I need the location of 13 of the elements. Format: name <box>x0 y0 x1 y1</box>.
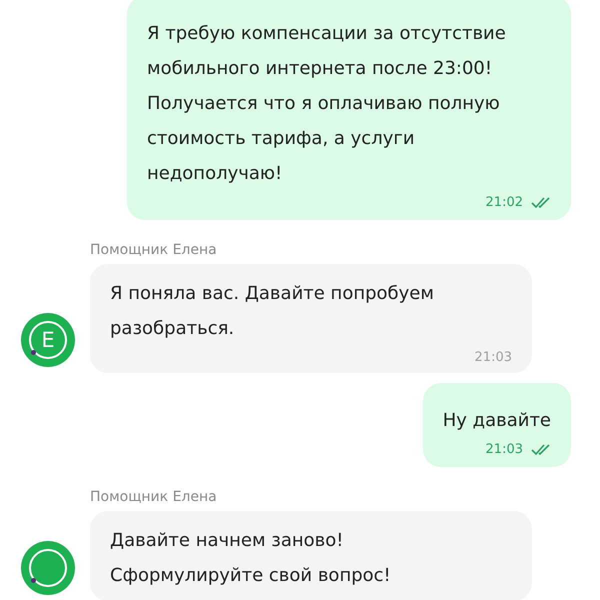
sender-name: Помощник Елена <box>90 489 218 505</box>
message-time: 21:03 <box>474 350 512 365</box>
message-text: Ну давайте <box>442 409 551 433</box>
message-time: 21:03 <box>486 442 523 457</box>
message-text: Давайте начнем заново! Сформулируйте свой вопрос! <box>110 529 392 588</box>
message-time: 21:02 <box>486 195 523 210</box>
sender-name: Помощник Елена <box>90 242 218 258</box>
avatar <box>21 541 75 595</box>
avatar-letter: E <box>41 328 55 352</box>
message-text: Я требую компенсации за отсутствие мобильного интернета после 23:00! Получается что я оплачиваю полную стоимость тарифа, а услуги недополучаю! <box>147 22 507 186</box>
message-text: Я поняла вас. Давайте попробуем разобраться. <box>110 282 435 341</box>
double-check-icon <box>531 196 551 208</box>
double-check-icon <box>531 444 551 456</box>
